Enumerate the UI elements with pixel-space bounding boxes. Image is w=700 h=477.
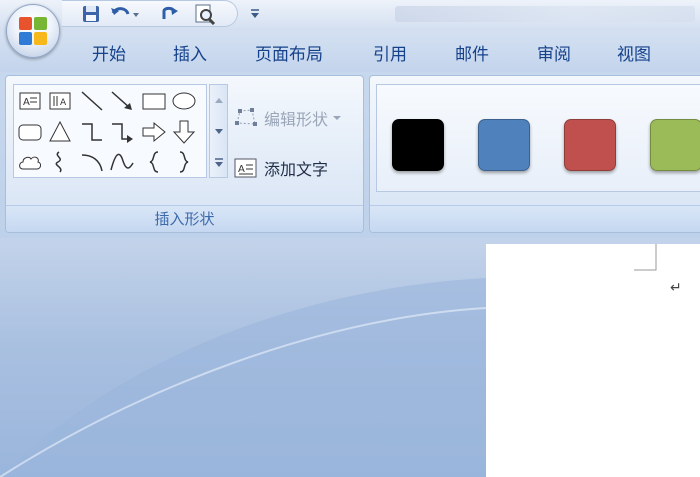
rounded-rectangle-icon[interactable] [17, 119, 43, 145]
shape-styles-group [369, 75, 700, 233]
watermark-url: jingyan.baidu.com [538, 446, 627, 458]
rectangle-icon[interactable] [141, 88, 167, 114]
print-preview-icon [195, 4, 216, 25]
tab-review[interactable]: 审阅 [537, 40, 571, 65]
left-brace-icon[interactable] [141, 149, 167, 175]
svg-text:A: A [60, 98, 67, 108]
chevron-down-icon [333, 116, 342, 120]
add-text-label: 添加文字 [264, 160, 329, 179]
title-bar [0, 0, 700, 30]
insert-shapes-group-label: 插入形状 [6, 205, 363, 232]
text-box-icon: A [234, 158, 257, 178]
tab-insert[interactable]: 插入 [173, 40, 207, 65]
shape-styles-gallery [376, 84, 700, 192]
shape-style-swatch[interactable] [650, 119, 700, 171]
oval-icon[interactable] [171, 88, 197, 114]
tab-home[interactable]: 开始 [92, 40, 126, 65]
office-button[interactable] [6, 4, 60, 58]
gallery-more-button[interactable] [210, 147, 227, 177]
chevron-down-icon [251, 9, 259, 18]
cloud-icon[interactable] [17, 149, 43, 175]
triangle-icon[interactable] [47, 119, 73, 145]
undo-button[interactable] [108, 4, 142, 24]
elbow-arrow-connector-icon[interactable] [109, 119, 135, 145]
tab-mailings[interactable]: 邮件 [455, 40, 489, 65]
arrow-line-icon[interactable] [109, 88, 135, 114]
window-title [395, 6, 695, 22]
add-text-button[interactable]: A 添加文字 [234, 156, 328, 180]
arc-icon[interactable] [79, 149, 105, 175]
right-arrow-icon[interactable] [141, 119, 167, 145]
undo-icon [111, 7, 139, 17]
svg-text:A: A [238, 164, 245, 175]
edit-shape-button[interactable]: 编辑形状 [234, 106, 342, 130]
svg-text:A: A [23, 97, 30, 108]
print-preview-button[interactable] [192, 4, 218, 25]
shape-style-swatch[interactable] [564, 119, 616, 171]
curve-icon[interactable] [109, 149, 135, 175]
tab-page-layout[interactable]: 页面布局 [255, 40, 323, 65]
redo-icon [162, 6, 178, 19]
workspace-background-swoosh [0, 278, 486, 477]
ribbon: A A 编辑形状 A 添加文字 插入形状 [0, 72, 700, 238]
insert-shapes-group: A A 编辑形状 A 添加文字 插入形状 [5, 75, 364, 233]
watermark: Baidu经验 jingyan.baidu.com [536, 400, 696, 460]
save-icon [83, 6, 99, 22]
margin-corner-marker [634, 244, 657, 271]
edit-points-icon [235, 108, 257, 126]
edit-shape-label: 编辑形状 [264, 110, 329, 129]
shape-style-swatch[interactable] [478, 119, 530, 171]
save-button[interactable] [80, 4, 102, 24]
elbow-connector-icon[interactable] [79, 119, 105, 145]
office-logo-icon [19, 17, 47, 45]
shape-style-swatch[interactable] [392, 119, 444, 171]
chevron-down-icon [214, 129, 223, 134]
ribbon-tabs: 开始 插入 页面布局 引用 邮件 审阅 视图 [0, 30, 700, 72]
right-brace-icon[interactable] [171, 149, 197, 175]
freeform-scribble-icon[interactable] [47, 149, 73, 175]
shapes-gallery: A A [13, 84, 207, 178]
text-box-icon[interactable]: A [17, 88, 43, 114]
shapes-gallery-scroll [209, 84, 228, 178]
quick-access-toolbar [62, 0, 238, 27]
redo-button[interactable] [158, 4, 182, 24]
gallery-scroll-up-button[interactable] [210, 85, 227, 115]
customize-qat-button[interactable] [248, 4, 262, 24]
shape-styles-group-label [370, 205, 700, 232]
down-arrow-icon[interactable] [171, 119, 197, 145]
tab-references[interactable]: 引用 [373, 40, 407, 65]
gallery-scroll-down-button[interactable] [210, 116, 227, 146]
vertical-text-box-icon[interactable]: A [47, 88, 73, 114]
chevron-up-icon [214, 98, 223, 103]
expand-gallery-icon [214, 158, 223, 167]
tab-view[interactable]: 视图 [617, 40, 651, 65]
line-icon[interactable] [79, 88, 105, 114]
paragraph-mark: ↵ [670, 280, 682, 296]
